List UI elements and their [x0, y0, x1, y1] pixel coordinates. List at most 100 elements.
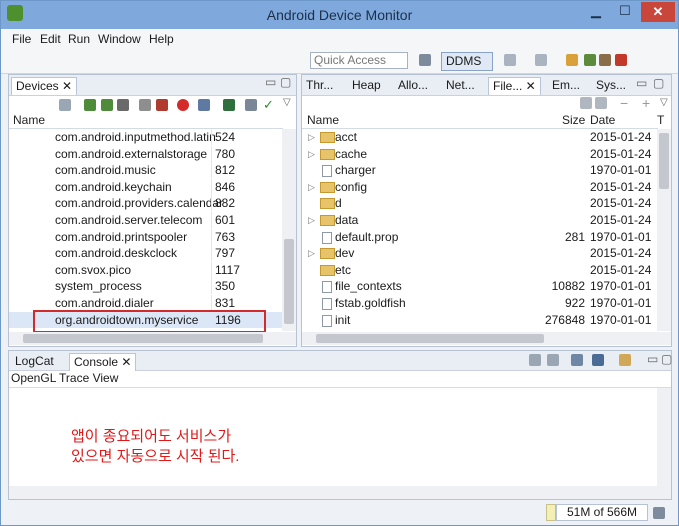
explorer-maximize-icon[interactable]: ▢: [653, 76, 664, 90]
file-row[interactable]: file_contexts108821970-01-010: [302, 278, 664, 295]
expand-arrow-icon[interactable]: ▷: [308, 146, 315, 162]
file-row[interactable]: ▷acct2015-01-242: [302, 129, 664, 146]
tab-devices[interactable]: Devices ✕: [11, 77, 78, 95]
clear-console-icon[interactable]: [529, 354, 541, 366]
ddms-perspective-button[interactable]: DDMS: [441, 52, 493, 71]
explorer-minimize-icon[interactable]: ▭: [636, 76, 647, 90]
device-row[interactable]: com.android.inputmethod.latin 524: [9, 129, 282, 146]
device-row[interactable]: com.android.printspooler 763: [9, 228, 282, 246]
garbage-collect-icon[interactable]: [653, 507, 665, 519]
explorer-vertical-scrollbar[interactable]: [657, 129, 671, 331]
menu-help[interactable]: Help: [149, 32, 174, 46]
devices-vertical-thumb[interactable]: [284, 239, 294, 324]
file-row[interactable]: default.prop2811970-01-010: [302, 229, 664, 246]
column-header-date[interactable]: Date: [590, 111, 615, 129]
file-row[interactable]: ▷data2015-01-242: [302, 212, 664, 229]
explorer-view-menu-icon[interactable]: ▽: [660, 97, 668, 108]
tab-allocation[interactable]: Allo...: [394, 77, 432, 94]
dump-hprof-icon[interactable]: [101, 99, 113, 111]
expand-arrow-icon[interactable]: ▷: [308, 129, 315, 145]
tab-threads[interactable]: Thr...: [302, 77, 337, 94]
minimize-button[interactable]: ▁: [584, 2, 608, 22]
stop-process-icon[interactable]: [177, 99, 189, 111]
quick-access-input[interactable]: Quick Access: [310, 52, 408, 69]
check-icon[interactable]: ✓: [263, 97, 274, 113]
tab-console[interactable]: Console ✕: [69, 353, 137, 371]
column-header-name[interactable]: Name: [307, 111, 339, 129]
column-header-size[interactable]: Size: [562, 111, 585, 129]
screen-capture-icon[interactable]: [198, 99, 210, 111]
scroll-lock-icon[interactable]: [547, 354, 559, 366]
file-date: 2015-01-24: [590, 146, 652, 161]
maximize-button[interactable]: ☐: [613, 2, 637, 22]
update-heap-icon[interactable]: [84, 99, 96, 111]
delete-icon[interactable]: −: [620, 95, 628, 111]
debug-icon[interactable]: [504, 54, 516, 66]
device-row[interactable]: system_process 350: [9, 278, 282, 295]
tools-icon[interactable]: [566, 54, 578, 66]
device-row[interactable]: com.android.keychain 846: [9, 178, 282, 196]
profile-icon[interactable]: [535, 54, 547, 66]
sdk-manager-icon[interactable]: [584, 54, 596, 66]
pin-console-icon[interactable]: [571, 354, 583, 366]
console-horizontal-scrollbar[interactable]: [9, 486, 671, 499]
file-row[interactable]: ▷config2015-01-242: [302, 179, 664, 196]
gc-icon[interactable]: [117, 99, 129, 111]
tab-logcat[interactable]: LogCat: [11, 353, 58, 370]
maximize-view-icon[interactable]: ▢: [280, 75, 291, 89]
menu-file[interactable]: File: [12, 32, 31, 46]
minimize-view-icon[interactable]: ▭: [265, 75, 276, 89]
push-file-icon[interactable]: [595, 97, 607, 109]
pull-file-icon[interactable]: [580, 97, 592, 109]
expand-arrow-icon[interactable]: ▷: [308, 212, 315, 228]
file-row[interactable]: etc2015-01-242: [302, 262, 664, 279]
expand-arrow-icon[interactable]: ▷: [308, 245, 315, 261]
view-menu-icon[interactable]: ▽: [283, 97, 291, 108]
explorer-horizontal-thumb[interactable]: [316, 334, 544, 343]
menu-window[interactable]: Window: [98, 32, 141, 46]
menu-edit[interactable]: Edit: [40, 32, 61, 46]
menu-run[interactable]: Run: [68, 32, 90, 46]
device-row[interactable]: com.android.deskclock 797: [9, 245, 282, 262]
column-header-name[interactable]: Name: [13, 111, 45, 129]
device-row[interactable]: com.android.server.telecom 601: [9, 212, 282, 229]
explorer-horizontal-scrollbar[interactable]: [302, 332, 671, 345]
devices-horizontal-scrollbar[interactable]: [9, 332, 296, 345]
file-row[interactable]: ▷dev2015-01-242: [302, 245, 664, 262]
explorer-vertical-thumb[interactable]: [659, 133, 669, 189]
console-minimize-icon[interactable]: ▭: [647, 352, 658, 366]
method-profiling-icon[interactable]: [156, 99, 168, 111]
expand-arrow-icon[interactable]: ▷: [308, 179, 315, 195]
avd-manager-icon[interactable]: [599, 54, 611, 66]
device-row[interactable]: com.android.providers.calendar 882: [9, 195, 282, 212]
run-config-icon[interactable]: [615, 54, 627, 66]
open-console-icon[interactable]: [619, 354, 631, 366]
open-perspective-icon[interactable]: [419, 54, 431, 66]
tab-heap[interactable]: Heap: [348, 77, 385, 94]
tab-emulator[interactable]: Em...: [548, 77, 584, 94]
console-vertical-scrollbar[interactable]: [657, 388, 671, 486]
device-row[interactable]: com.svox.pico 1117: [9, 261, 282, 279]
display-console-icon[interactable]: [592, 354, 604, 366]
new-folder-icon[interactable]: +: [642, 95, 650, 111]
systrace-icon[interactable]: [223, 99, 235, 111]
heap-status[interactable]: 51M of 566M: [556, 504, 648, 521]
close-button[interactable]: ✕: [641, 2, 675, 22]
device-row[interactable]: com.android.music 812: [9, 162, 282, 179]
devices-horizontal-thumb[interactable]: [23, 334, 263, 343]
tab-network[interactable]: Net...: [442, 77, 479, 94]
column-header-time[interactable]: T: [657, 111, 664, 129]
file-row[interactable]: init2768481970-01-010: [302, 312, 664, 329]
device-row[interactable]: com.android.externalstorage 780: [9, 145, 282, 163]
file-row[interactable]: ▷cache2015-01-240: [302, 146, 664, 163]
file-row[interactable]: d2015-01-242: [302, 195, 664, 212]
file-row[interactable]: fstab.goldfish9221970-01-010: [302, 295, 664, 312]
devices-vertical-scrollbar[interactable]: [282, 129, 296, 331]
tab-file-explorer[interactable]: File... ✕: [488, 77, 541, 95]
debug-process-icon[interactable]: [59, 99, 71, 111]
file-row[interactable]: charger1970-01-010: [302, 162, 664, 179]
update-threads-icon[interactable]: [139, 99, 151, 111]
console-maximize-icon[interactable]: ▢: [661, 352, 672, 366]
hierarchy-icon[interactable]: [245, 99, 257, 111]
tab-system[interactable]: Sys...: [592, 77, 630, 94]
